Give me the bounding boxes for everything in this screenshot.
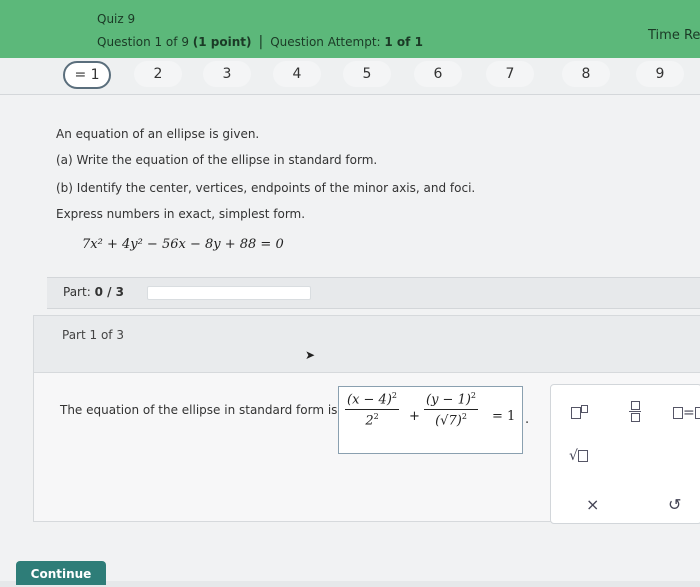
question-nav-8[interactable]: 8 (562, 61, 610, 87)
separator: | (258, 34, 264, 50)
fraction-term-1: (x − 4)2 22 (345, 391, 399, 429)
problem-part-a: (a) Write the equation of the ellipse in… (56, 153, 378, 167)
part-progress-value: 0 / 3 (94, 285, 124, 299)
term1-num-exp: 2 (391, 391, 397, 400)
undo-icon[interactable]: ↺ (668, 495, 681, 514)
term2-numerator: (y − 1)2 (424, 391, 479, 411)
term2-num-exp: 2 (470, 391, 477, 400)
answer-input[interactable]: (x − 4)2 22 + (y − 1)2 (√7)2 = 1 (338, 386, 523, 454)
fraction-term-2: (y − 1)2 (√7)2 (424, 391, 479, 429)
problem-intro: An equation of an ellipse is given. (56, 127, 260, 141)
question-info: Question 1 of 9 (1 point) | Question Attem… (97, 34, 423, 50)
part-progress-label: Part: 0 / 3 (63, 285, 124, 299)
clear-icon[interactable]: × (586, 495, 599, 514)
part-header: Part 1 of 3 (34, 316, 700, 373)
question-nav-9[interactable]: 9 (636, 61, 684, 87)
question-nav-5[interactable]: 5 (343, 61, 391, 87)
part-progress-bar: Part: 0 / 3 (47, 277, 700, 309)
term2-denominator: (√7)2 (424, 410, 478, 428)
exponent-template-icon[interactable] (571, 405, 588, 421)
question-nav-7[interactable]: 7 (486, 61, 534, 87)
term2-den-text: (√7) (435, 413, 462, 429)
fraction-template-icon[interactable] (629, 401, 641, 426)
part-label-text: Part: (63, 285, 91, 299)
term2-den-exp: 2 (461, 412, 467, 422)
question-nav-6[interactable]: 6 (414, 61, 462, 87)
question-nav-2[interactable]: 2 (134, 61, 182, 87)
term2-num-text: (y − 1) (426, 392, 471, 408)
square-root-template-icon[interactable]: √ (569, 448, 588, 464)
question-nav-4[interactable]: 4 (273, 61, 321, 87)
quiz-title: Quiz 9 (97, 12, 136, 26)
question-points: (1 point) (192, 35, 252, 49)
part-of-label: Part 1 of 3 (62, 328, 124, 342)
answer-period: . (525, 412, 530, 427)
question-position: Question 1 of 9 (97, 35, 189, 49)
question-nav-3[interactable]: 3 (203, 61, 251, 87)
problem-instruction: Express numbers in exact, simplest form. (56, 207, 306, 221)
problem-part-b: (b) Identify the center, vertices, endpo… (56, 181, 476, 195)
attempt-value: 1 of 1 (384, 35, 423, 49)
answer-prompt: The equation of the ellipse in standard … (60, 403, 338, 417)
term1-denominator: 22 (345, 410, 399, 428)
given-equation: 7x² + 4y² − 56x − 8y + 88 = 0 (82, 237, 284, 252)
term1-numerator: (x − 4)2 (345, 391, 399, 411)
progress-track (147, 286, 311, 300)
quiz-header: Quiz 9 Question 1 of 9 (1 point) | Questio… (0, 0, 700, 58)
term1-den-text: 2 (365, 413, 374, 429)
attempt-label: Question Attempt: (270, 35, 381, 49)
term1-num-text: (x − 4) (347, 392, 392, 408)
equals-one: = 1 (492, 409, 516, 424)
question-nav-1[interactable]: = 1 (63, 61, 111, 89)
mouse-cursor-icon: ➤ (305, 348, 316, 362)
plus-sign: + (409, 409, 420, 424)
question-navigation: = 1 2 3 4 5 6 7 8 9 (0, 58, 700, 95)
term1-den-exp: 2 (373, 412, 379, 422)
equals-template-icon[interactable]: = (673, 405, 700, 421)
math-tools-palette: = √ × ↺ (550, 384, 700, 524)
time-remaining: Time Re (648, 28, 700, 43)
continue-button[interactable]: Continue (16, 561, 106, 585)
